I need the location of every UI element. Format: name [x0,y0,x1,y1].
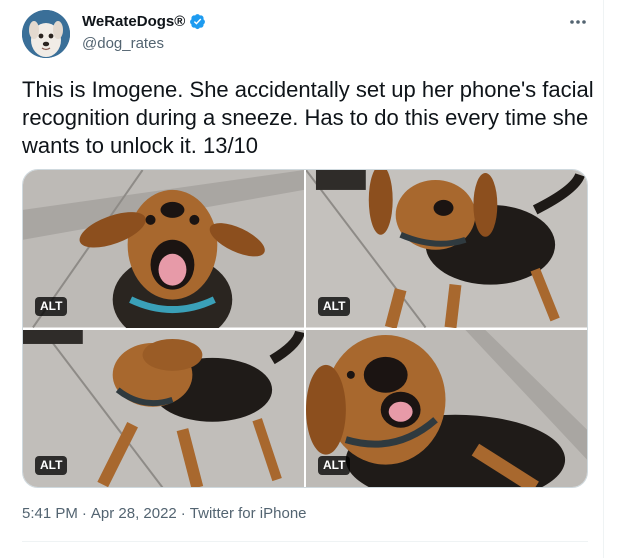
tweet-time[interactable]: 5:41 PM [22,505,78,522]
author-name-row[interactable]: WeRateDogs® [82,13,206,30]
tweet-source[interactable]: Twitter for iPhone [190,505,307,522]
tweet-meta: 5:41 PM · Apr 28, 2022 · Twitter for iPh… [22,505,307,522]
dog-avatar-icon [22,10,70,58]
alt-badge[interactable]: ALT [35,296,68,316]
alt-badge[interactable]: ALT [318,456,351,475]
verified-badge-icon [190,14,206,30]
author-handle[interactable]: @dog_rates [82,35,164,52]
tweet-text: This is Imogene. She accidentally set up… [22,77,600,158]
photo-4[interactable]: ALT [306,329,587,487]
media-grid: ALT ALT ALT ALT [22,169,588,488]
meta-separator: · [180,505,186,522]
avatar[interactable] [22,10,70,58]
photo-3[interactable]: ALT [23,329,304,487]
divider [22,541,588,542]
tweet-date[interactable]: Apr 28, 2022 [91,505,177,522]
alt-badge[interactable]: ALT [35,456,68,475]
tweet-card: WeRateDogs® @dog_rates This is Imogene. … [0,0,604,558]
alt-badge[interactable]: ALT [318,296,351,316]
display-name[interactable]: WeRateDogs® [82,13,185,30]
more-options-icon[interactable] [566,12,590,32]
meta-separator: · [81,505,87,522]
photo-2[interactable]: ALT [306,170,587,328]
photo-1[interactable]: ALT [23,170,304,328]
